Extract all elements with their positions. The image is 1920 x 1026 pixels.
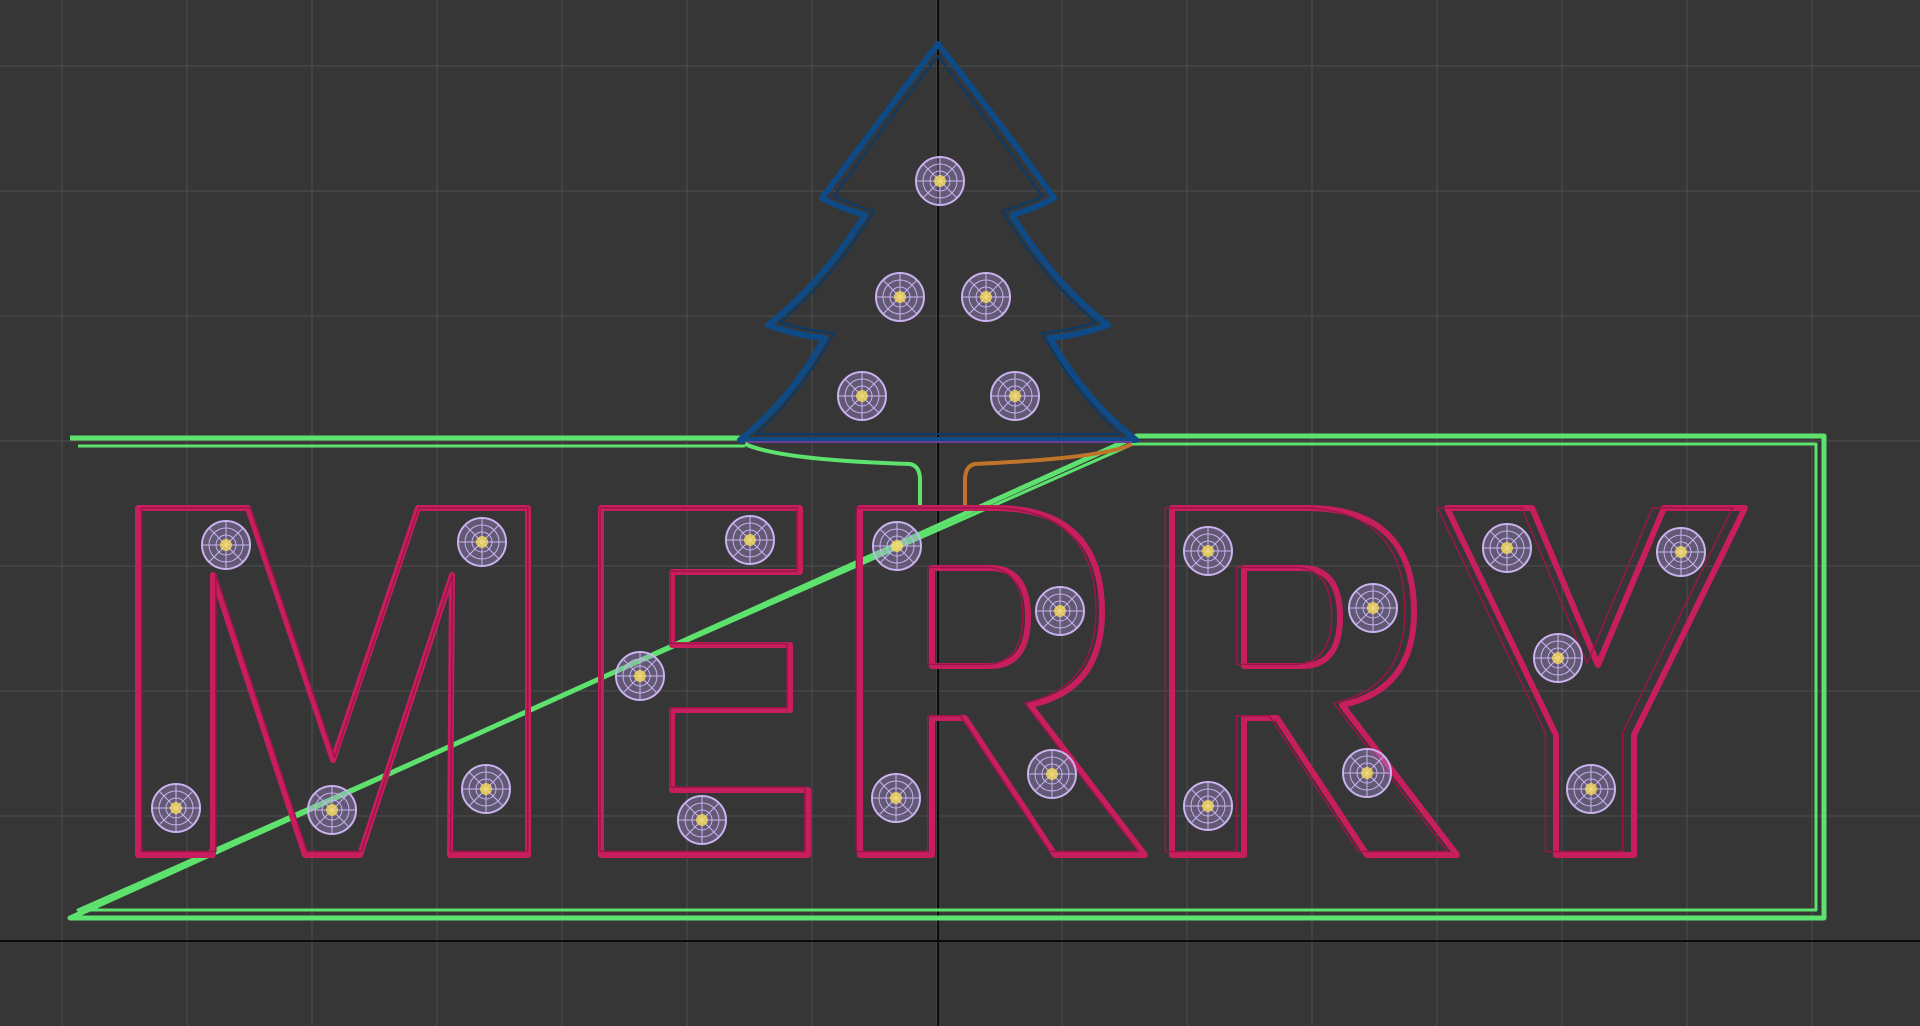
light-bulb[interactable] bbox=[1183, 526, 1233, 576]
light-bulb[interactable] bbox=[1183, 781, 1233, 831]
viewport-grid bbox=[0, 0, 1920, 1026]
bulb-filament bbox=[894, 291, 906, 303]
bulb-filament bbox=[326, 804, 338, 816]
light-bulb[interactable] bbox=[1566, 764, 1616, 814]
bulb-filament bbox=[934, 175, 946, 187]
light-bulb[interactable] bbox=[875, 272, 925, 322]
light-bulb[interactable] bbox=[1533, 633, 1583, 683]
light-bulb[interactable] bbox=[677, 795, 727, 845]
light-bulb[interactable] bbox=[201, 520, 251, 570]
light-bulb[interactable] bbox=[1342, 748, 1392, 798]
bulb-filament bbox=[890, 792, 902, 804]
light-bulbs[interactable] bbox=[151, 156, 1706, 845]
bulb-filament bbox=[1054, 605, 1066, 617]
bulb-filament bbox=[1675, 546, 1687, 558]
bulb-filament bbox=[696, 814, 708, 826]
light-bulb[interactable] bbox=[837, 371, 887, 421]
bulb-filament bbox=[980, 291, 992, 303]
bulb-filament bbox=[476, 536, 488, 548]
light-bulb[interactable] bbox=[725, 515, 775, 565]
light-bulb[interactable] bbox=[871, 773, 921, 823]
bulb-filament bbox=[856, 390, 868, 402]
bulb-filament bbox=[744, 534, 756, 546]
bulb-filament bbox=[1585, 783, 1597, 795]
bulb-filament bbox=[1552, 652, 1564, 664]
3d-viewport[interactable] bbox=[0, 0, 1920, 1026]
light-bulb[interactable] bbox=[457, 517, 507, 567]
bulb-filament bbox=[634, 670, 646, 682]
light-bulb[interactable] bbox=[872, 521, 922, 571]
bulb-filament bbox=[1009, 390, 1021, 402]
light-bulb[interactable] bbox=[990, 371, 1040, 421]
scene-canvas[interactable] bbox=[0, 0, 1920, 1026]
light-bulb[interactable] bbox=[1348, 583, 1398, 633]
bulb-filament bbox=[170, 802, 182, 814]
power-cable-left[interactable] bbox=[744, 442, 922, 505]
bulb-filament bbox=[1046, 768, 1058, 780]
light-bulb[interactable] bbox=[915, 156, 965, 206]
light-bulb[interactable] bbox=[307, 785, 357, 835]
light-bulb[interactable] bbox=[615, 651, 665, 701]
bulb-filament bbox=[220, 539, 232, 551]
light-bulb[interactable] bbox=[461, 764, 511, 814]
bulb-filament bbox=[891, 540, 903, 552]
bulb-filament bbox=[1202, 800, 1214, 812]
bulb-filament bbox=[480, 783, 492, 795]
light-bulb[interactable] bbox=[1035, 586, 1085, 636]
bulb-filament bbox=[1202, 545, 1214, 557]
bulb-filament bbox=[1501, 542, 1513, 554]
bulb-filament bbox=[1367, 602, 1379, 614]
bulb-filament bbox=[1361, 767, 1373, 779]
light-bulb[interactable] bbox=[151, 783, 201, 833]
light-bulb[interactable] bbox=[1482, 523, 1532, 573]
light-bulb[interactable] bbox=[1656, 527, 1706, 577]
light-bulb[interactable] bbox=[1027, 749, 1077, 799]
light-bulb[interactable] bbox=[961, 272, 1011, 322]
